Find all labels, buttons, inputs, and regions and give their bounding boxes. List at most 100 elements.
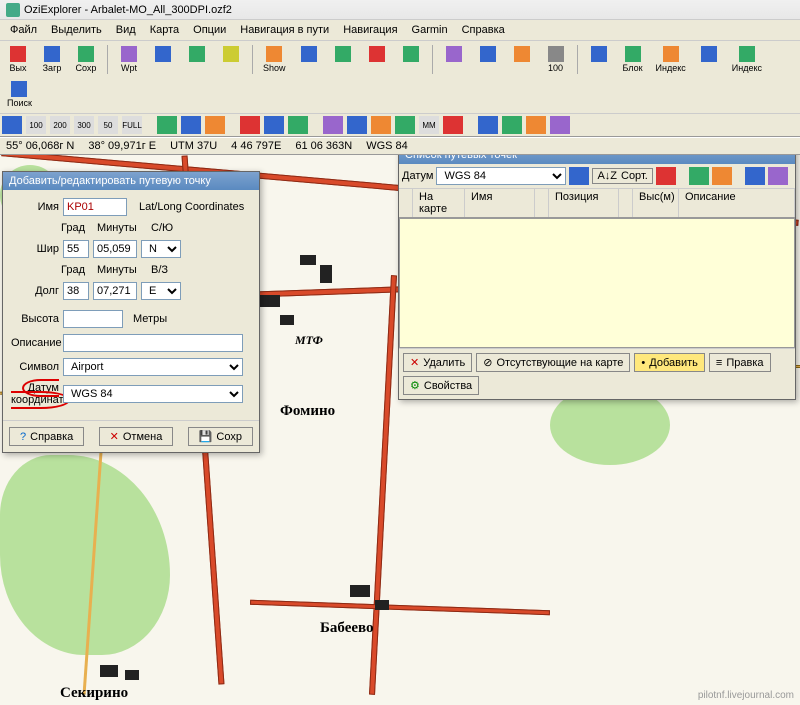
menu-view[interactable]: Вид xyxy=(110,22,142,38)
wpt-tool-5[interactable] xyxy=(745,167,765,185)
zoom-full[interactable]: FULL xyxy=(122,116,142,134)
zoom-200[interactable]: 200 xyxy=(50,116,70,134)
wpt-edit-button[interactable]: ≡Правка xyxy=(709,353,771,372)
zoom-100[interactable]: 100 xyxy=(26,116,46,134)
toolbar-btn-2[interactable]: Сохр xyxy=(70,43,102,76)
lon-min-input[interactable] xyxy=(93,282,137,300)
map-canvas[interactable]: Фомино Бабеево Секирино МТФ МТФ Добавить… xyxy=(0,155,800,705)
menu-nav[interactable]: Навигация xyxy=(337,22,403,38)
tool-btn-5[interactable] xyxy=(347,116,367,134)
toolbar-icon xyxy=(369,46,385,62)
tool-btn-7[interactable] xyxy=(395,116,415,134)
menu-options[interactable]: Опции xyxy=(187,22,232,38)
desc-input[interactable] xyxy=(63,334,243,352)
toolbar-btn-11[interactable] xyxy=(395,43,427,76)
save-button[interactable]: 💾Сохр xyxy=(188,427,253,446)
menu-select[interactable]: Выделить xyxy=(45,22,108,38)
wpt-datum-label: Датум xyxy=(402,170,433,182)
col-position[interactable]: Позиция xyxy=(549,189,619,217)
toolbar-btn-17[interactable]: Блок xyxy=(617,43,649,76)
toolbar-btn-9[interactable] xyxy=(327,43,359,76)
lat-min-input[interactable] xyxy=(93,240,137,258)
toolbar-icon xyxy=(44,46,60,62)
tool-btn-12[interactable] xyxy=(550,116,570,134)
toolbar-btn-10[interactable] xyxy=(361,43,393,76)
wpt-delete-button[interactable]: ✕Удалить xyxy=(403,353,472,372)
datum-select[interactable]: WGS 84 xyxy=(63,385,243,403)
zoom-300[interactable]: 300 xyxy=(74,116,94,134)
col-desc[interactable]: Описание xyxy=(679,189,795,217)
waypoint-edit-dialog: Добавить/редактировать путевую точку Имя… xyxy=(2,171,260,453)
wpt-tool-6[interactable] xyxy=(768,167,788,185)
toolbar-btn-1[interactable]: Загр xyxy=(36,43,68,76)
tool-mm[interactable]: MM xyxy=(419,116,439,134)
toolbar-btn-14[interactable] xyxy=(506,43,538,76)
gps-btn-1[interactable] xyxy=(240,116,260,134)
col-alt[interactable]: Выс(м) xyxy=(633,189,679,217)
tool-btn-9[interactable] xyxy=(478,116,498,134)
wpt-sort-button[interactable]: A↓Z Сорт. xyxy=(592,168,652,184)
gps-btn-2[interactable] xyxy=(264,116,284,134)
wpt-tool-1[interactable] xyxy=(569,167,589,185)
menu-garmin[interactable]: Garmin xyxy=(406,22,454,38)
tool-btn-11[interactable] xyxy=(526,116,546,134)
help-button[interactable]: ?Справка xyxy=(9,427,84,446)
tool-btn-8[interactable] xyxy=(443,116,463,134)
menu-map[interactable]: Карта xyxy=(144,22,185,38)
wpt-tool-2[interactable] xyxy=(656,167,676,185)
lat-ns-select[interactable]: N xyxy=(141,240,181,258)
toolbar-btn-20[interactable]: Индекс xyxy=(727,43,767,76)
dialog-title[interactable]: Добавить/редактировать путевую точку xyxy=(3,172,259,190)
toolbar-btn-3[interactable]: Wpt xyxy=(113,43,145,76)
toolbar-btn-7[interactable]: Show xyxy=(258,43,291,76)
wpt-datum-select[interactable]: WGS 84 xyxy=(436,167,566,185)
window-titlebar: OziExplorer - Arbalet-MO_All_300DPI.ozf2 xyxy=(0,0,800,20)
zoom-50[interactable]: 50 xyxy=(98,116,118,134)
menu-bar: Файл Выделить Вид Карта Опции Навигация … xyxy=(0,20,800,41)
wpt-add-button[interactable]: •Добавить xyxy=(634,353,704,372)
wpt-props-button[interactable]: ⚙Свойства xyxy=(403,376,479,395)
toolbar-btn-6[interactable] xyxy=(215,43,247,76)
tool-btn-4[interactable] xyxy=(323,116,343,134)
tool-btn-6[interactable] xyxy=(371,116,391,134)
name-label: Имя xyxy=(11,201,59,213)
toolbar-icon xyxy=(155,46,171,62)
menu-file[interactable]: Файл xyxy=(4,22,43,38)
toolbar-btn-8[interactable] xyxy=(293,43,325,76)
toolbar-icon xyxy=(548,46,564,62)
toolbar-btn-19[interactable] xyxy=(693,43,725,76)
tool-btn-2[interactable] xyxy=(181,116,201,134)
toolbar-btn-18[interactable]: Индекс xyxy=(651,43,691,76)
gps-btn-3[interactable] xyxy=(288,116,308,134)
name-input[interactable] xyxy=(63,198,127,216)
lon-deg-input[interactable] xyxy=(63,282,89,300)
toolbar-btn-15[interactable]: 100 xyxy=(540,43,572,76)
menu-nav-route[interactable]: Навигация в пути xyxy=(234,22,335,38)
toolbar-btn-13[interactable] xyxy=(472,43,504,76)
lat-deg-input[interactable] xyxy=(63,240,89,258)
cancel-button[interactable]: ✕Отмена xyxy=(99,427,174,446)
toolbar-btn-21[interactable]: Поиск xyxy=(2,78,37,111)
col-onmap[interactable]: На карте xyxy=(413,189,465,217)
wpt-missing-button[interactable]: ⊘Отсутствующие на карте xyxy=(476,353,630,372)
toolbar-btn-16[interactable] xyxy=(583,43,615,76)
wpt-tool-3[interactable] xyxy=(689,167,709,185)
toolbar-btn-4[interactable] xyxy=(147,43,179,76)
wpt-panel-title[interactable]: Список путевых точек xyxy=(399,155,795,164)
tool-btn-10[interactable] xyxy=(502,116,522,134)
toolbar-btn-5[interactable] xyxy=(181,43,213,76)
toolbar-btn-0[interactable]: Вых xyxy=(2,43,34,76)
wpt-tool-4[interactable] xyxy=(712,167,732,185)
symbol-select[interactable]: Airport xyxy=(63,358,243,376)
zoom-btn[interactable] xyxy=(2,116,22,134)
toolbar-btn-12[interactable] xyxy=(438,43,470,76)
alt-input[interactable] xyxy=(63,310,123,328)
ns-header: С/Ю xyxy=(151,222,173,234)
tool-btn-3[interactable] xyxy=(205,116,225,134)
tool-btn-1[interactable] xyxy=(157,116,177,134)
col-name[interactable]: Имя xyxy=(465,189,535,217)
lon-ew-select[interactable]: E xyxy=(141,282,181,300)
menu-help[interactable]: Справка xyxy=(456,22,511,38)
wpt-list[interactable] xyxy=(399,218,795,348)
status-datum: WGS 84 xyxy=(366,140,408,152)
